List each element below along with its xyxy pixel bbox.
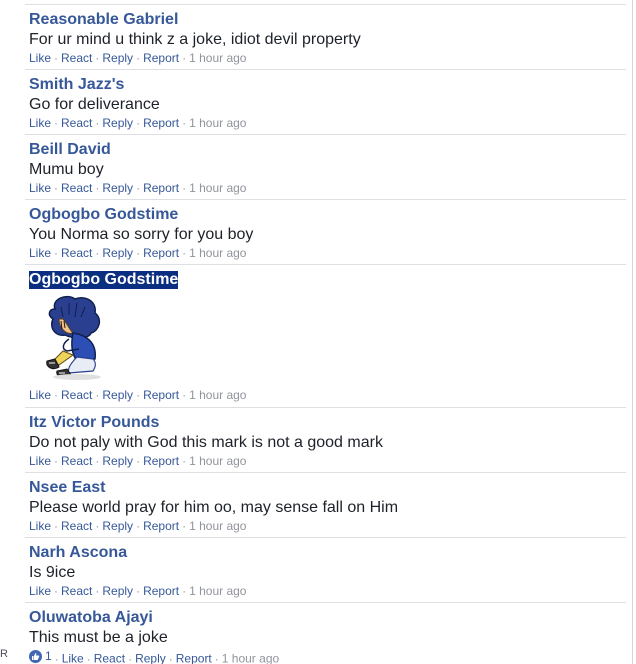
reply-link[interactable]: Reply — [102, 181, 133, 195]
like-link[interactable]: Like — [29, 51, 51, 65]
like-count-number: 1 — [45, 649, 52, 663]
like-link[interactable]: Like — [29, 116, 51, 130]
comment-text: Please world pray for him oo, may sense … — [29, 499, 399, 516]
comment-text: This must be a joke — [29, 629, 168, 646]
comment-author-link[interactable]: Beill David — [29, 141, 111, 159]
comment-actions: Like · React · Reply · Report · 1 hour ago — [29, 116, 247, 130]
comment-item: Ogbogbo Godstime You Norma so sorry for … — [25, 199, 626, 264]
react-link[interactable]: React — [61, 584, 92, 598]
comment-text: Do not paly with God this mark is not a … — [29, 434, 383, 451]
comment-item: Oluwatoba Ajayi This must be a joke 1 · Li… — [25, 602, 626, 664]
reply-link[interactable]: Reply — [102, 388, 133, 402]
comment-author-link[interactable]: Oluwatoba Ajayi — [29, 609, 153, 627]
comment-author-link[interactable]: Smith Jazz's — [29, 76, 124, 94]
comment-item: Narh Ascona Is 9ice Like · React · Reply · Rep… — [25, 537, 626, 602]
comment-text: You Norma so sorry for you boy — [29, 226, 254, 243]
comment-actions: Like · React · Reply · Report · 1 hour ago — [29, 454, 247, 468]
comment-author-link[interactable]: Ogbogbo Godstime — [29, 271, 179, 289]
comment-item: Ogbogbo Godstime Like · React · Reply · … — [25, 264, 626, 407]
comment-actions: Like · React · Reply · Report · 1 hour ago — [29, 519, 247, 533]
react-link[interactable]: React — [61, 519, 92, 533]
comment-timestamp[interactable]: 1 hour ago — [189, 181, 246, 195]
report-link[interactable]: Report — [143, 116, 179, 130]
comment-timestamp[interactable]: 1 hour ago — [189, 584, 246, 598]
comment-author-link[interactable]: Narh Ascona — [29, 544, 127, 562]
comment-item: Smith Jazz's Go for deliverance Like · Rea… — [25, 69, 626, 134]
comment-actions: Like · React · Reply · Report · 1 hour ago — [29, 181, 247, 195]
react-link[interactable]: React — [61, 116, 92, 130]
reply-link[interactable]: Reply — [102, 246, 133, 260]
report-link[interactable]: Report — [143, 454, 179, 468]
reply-link[interactable]: Reply — [102, 584, 133, 598]
comment-item: Itz Victor Pounds Do not paly with God t… — [25, 407, 626, 472]
comment-item: Nsee East Please world pray for him oo, … — [25, 472, 626, 537]
report-link[interactable]: Report — [176, 652, 212, 664]
comment-timestamp[interactable]: 1 hour ago — [189, 246, 246, 260]
like-link[interactable]: Like — [29, 519, 51, 533]
comment-text: Is 9ice — [29, 564, 76, 581]
comment-actions: Like · React · Reply · Report · 1 hour ago — [29, 246, 247, 260]
comment-author-link[interactable]: Nsee East — [29, 479, 106, 497]
comment-actions: Like · React · Reply · Report · 1 hour ago — [29, 51, 247, 65]
comment-timestamp[interactable]: 1 hour ago — [189, 454, 246, 468]
react-link[interactable]: React — [94, 652, 125, 664]
comment-item: Reasonable Gabriel For ur mind u think z… — [25, 4, 626, 69]
report-link[interactable]: Report — [143, 519, 179, 533]
reply-link[interactable]: Reply — [102, 116, 133, 130]
comment-actions: Like · React · Reply · Report · 1 hour ago — [29, 388, 247, 402]
like-count[interactable]: 1 — [29, 648, 52, 664]
comment-timestamp[interactable]: 1 hour ago — [189, 388, 246, 402]
like-link[interactable]: Like — [29, 388, 51, 402]
comment-author-link[interactable]: Itz Victor Pounds — [29, 414, 159, 432]
comment-text: Go for deliverance — [29, 96, 160, 113]
like-link[interactable]: Like — [29, 181, 51, 195]
comment-actions: 1 · Like · React · Reply · Report · 1 hour ago — [29, 648, 626, 664]
like-link[interactable]: Like — [29, 246, 51, 260]
report-link[interactable]: Report — [143, 388, 179, 402]
comment-item: Beill David Mumu boy Like · React · Reply · Re… — [25, 134, 626, 199]
report-link[interactable]: Report — [143, 246, 179, 260]
react-link[interactable]: React — [61, 181, 92, 195]
like-link[interactable]: Like — [62, 652, 84, 664]
comment-author-link[interactable]: Ogbogbo Godstime — [29, 206, 178, 224]
reply-link[interactable]: Reply — [135, 652, 166, 664]
comment-list: Reasonable Gabriel For ur mind u think z… — [25, 4, 626, 664]
react-link[interactable]: React — [61, 51, 92, 65]
like-link[interactable]: Like — [29, 584, 51, 598]
react-link[interactable]: React — [61, 246, 92, 260]
comment-timestamp[interactable]: 1 hour ago — [189, 519, 246, 533]
sad-boy-sticker-icon — [33, 295, 113, 381]
comment-author-link[interactable]: Reasonable Gabriel — [29, 11, 178, 29]
comment-text: For ur mind u think z a joke, idiot devi… — [29, 31, 361, 48]
comment-timestamp[interactable]: 1 hour ago — [189, 116, 246, 130]
like-link[interactable]: Like — [29, 454, 51, 468]
reply-link[interactable]: Reply — [102, 51, 133, 65]
reply-link[interactable]: Reply — [102, 519, 133, 533]
right-border — [632, 0, 633, 664]
edge-letter: R — [0, 648, 8, 660]
reply-link[interactable]: Reply — [102, 454, 133, 468]
comment-timestamp[interactable]: 1 hour ago — [189, 51, 246, 65]
report-link[interactable]: Report — [143, 51, 179, 65]
react-link[interactable]: React — [61, 388, 92, 402]
report-link[interactable]: Report — [143, 584, 179, 598]
react-link[interactable]: React — [61, 454, 92, 468]
comment-timestamp[interactable]: 1 hour ago — [222, 652, 279, 664]
comment-text: Mumu boy — [29, 161, 104, 178]
report-link[interactable]: Report — [143, 181, 179, 195]
comment-thread-page: R Reasonable Gabriel For ur mind u think… — [0, 0, 636, 664]
thumbs-up-icon — [29, 649, 42, 663]
comment-actions: Like · React · Reply · Report · 1 hour ago — [29, 584, 247, 598]
